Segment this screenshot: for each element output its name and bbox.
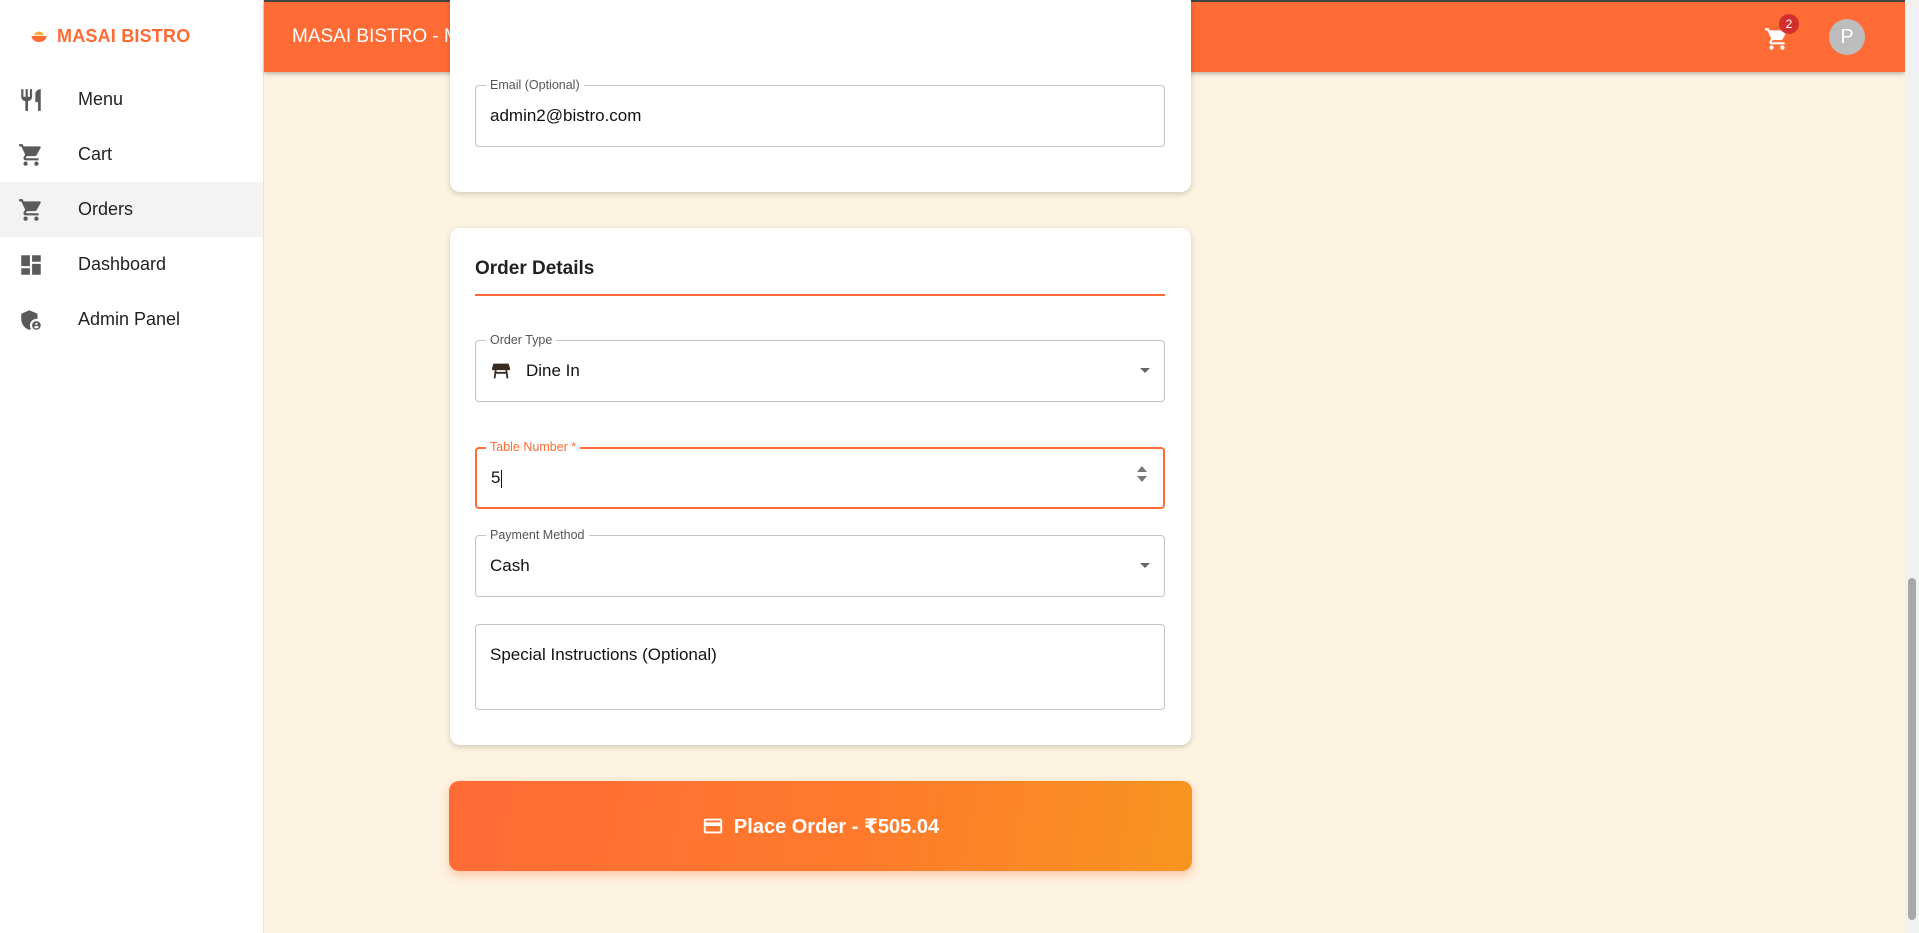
stepper-up-icon[interactable] — [1137, 466, 1147, 472]
sidebar-item-dashboard[interactable]: Dashboard — [0, 237, 263, 292]
scrollbar-thumb[interactable] — [1908, 578, 1916, 920]
table-number-value-wrap: 5 — [491, 468, 503, 488]
sidebar-item-cart[interactable]: Cart — [0, 127, 263, 182]
payment-method-select[interactable]: Payment Method Cash — [475, 528, 1165, 597]
contact-info-card: Email (Optional) admin2@bistro.com — [450, 0, 1191, 192]
order-type-value: Dine In — [526, 361, 580, 380]
cart-icon — [18, 142, 44, 168]
restaurant-icon — [18, 87, 44, 113]
cart-icon — [18, 197, 44, 223]
dashboard-icon — [18, 252, 44, 278]
special-instructions-placeholder: Special Instructions (Optional) — [490, 645, 717, 664]
sidebar-item-orders[interactable]: Orders — [0, 182, 263, 237]
brand[interactable]: MASAI BISTRO — [0, 0, 263, 72]
page-scrollbar[interactable] — [1905, 0, 1919, 933]
special-instructions-field[interactable]: Special Instructions (Optional) — [475, 624, 1165, 710]
text-cursor — [501, 469, 503, 488]
chevron-down-icon — [1140, 368, 1150, 373]
payment-method-label: Payment Method — [486, 528, 589, 542]
sidebar-item-label: Orders — [78, 199, 134, 219]
sidebar-item-label: Dashboard — [78, 254, 167, 274]
number-stepper[interactable] — [1137, 466, 1147, 492]
stepper-down-icon[interactable] — [1137, 476, 1147, 482]
place-order-button[interactable]: Place Order - ₹505.04 — [449, 781, 1192, 871]
cart-count-badge: 2 — [1779, 14, 1799, 34]
sidebar-item-label: Menu — [78, 89, 124, 109]
table-restaurant-icon — [491, 363, 511, 379]
sidebar-item-menu[interactable]: Menu — [0, 72, 263, 127]
bowl-logo-icon — [31, 31, 47, 42]
order-details-card: Order Details Order Type Dine In Table N… — [450, 228, 1191, 745]
table-number-input[interactable]: Table Number * 5 — [475, 440, 1165, 509]
header-cart-button[interactable]: 2 — [1761, 14, 1799, 54]
sidebar-item-admin-panel[interactable]: Admin Panel — [0, 292, 263, 347]
order-type-label: Order Type — [486, 333, 557, 347]
sidebar: MASAI BISTRO Menu Cart Orders Dashboard … — [0, 0, 264, 933]
table-number-label: Table Number * — [486, 440, 581, 454]
email-field-value: admin2@bistro.com — [490, 106, 642, 125]
brand-name: MASAI BISTRO — [57, 25, 191, 46]
payment-method-value: Cash — [490, 556, 530, 575]
table-number-value: 5 — [491, 468, 501, 487]
user-avatar[interactable]: P — [1829, 19, 1865, 55]
order-details-title: Order Details — [475, 258, 1165, 296]
email-field[interactable]: Email (Optional) admin2@bistro.com — [475, 78, 1165, 147]
email-field-label: Email (Optional) — [486, 78, 584, 92]
credit-card-icon — [703, 818, 723, 834]
sidebar-item-label: Cart — [78, 144, 113, 164]
place-order-label: Place Order - ₹505.04 — [733, 815, 940, 838]
order-type-select[interactable]: Order Type Dine In — [475, 333, 1165, 402]
admin-shield-icon — [18, 307, 44, 333]
chevron-down-icon — [1140, 563, 1150, 568]
sidebar-item-label: Admin Panel — [78, 309, 181, 329]
